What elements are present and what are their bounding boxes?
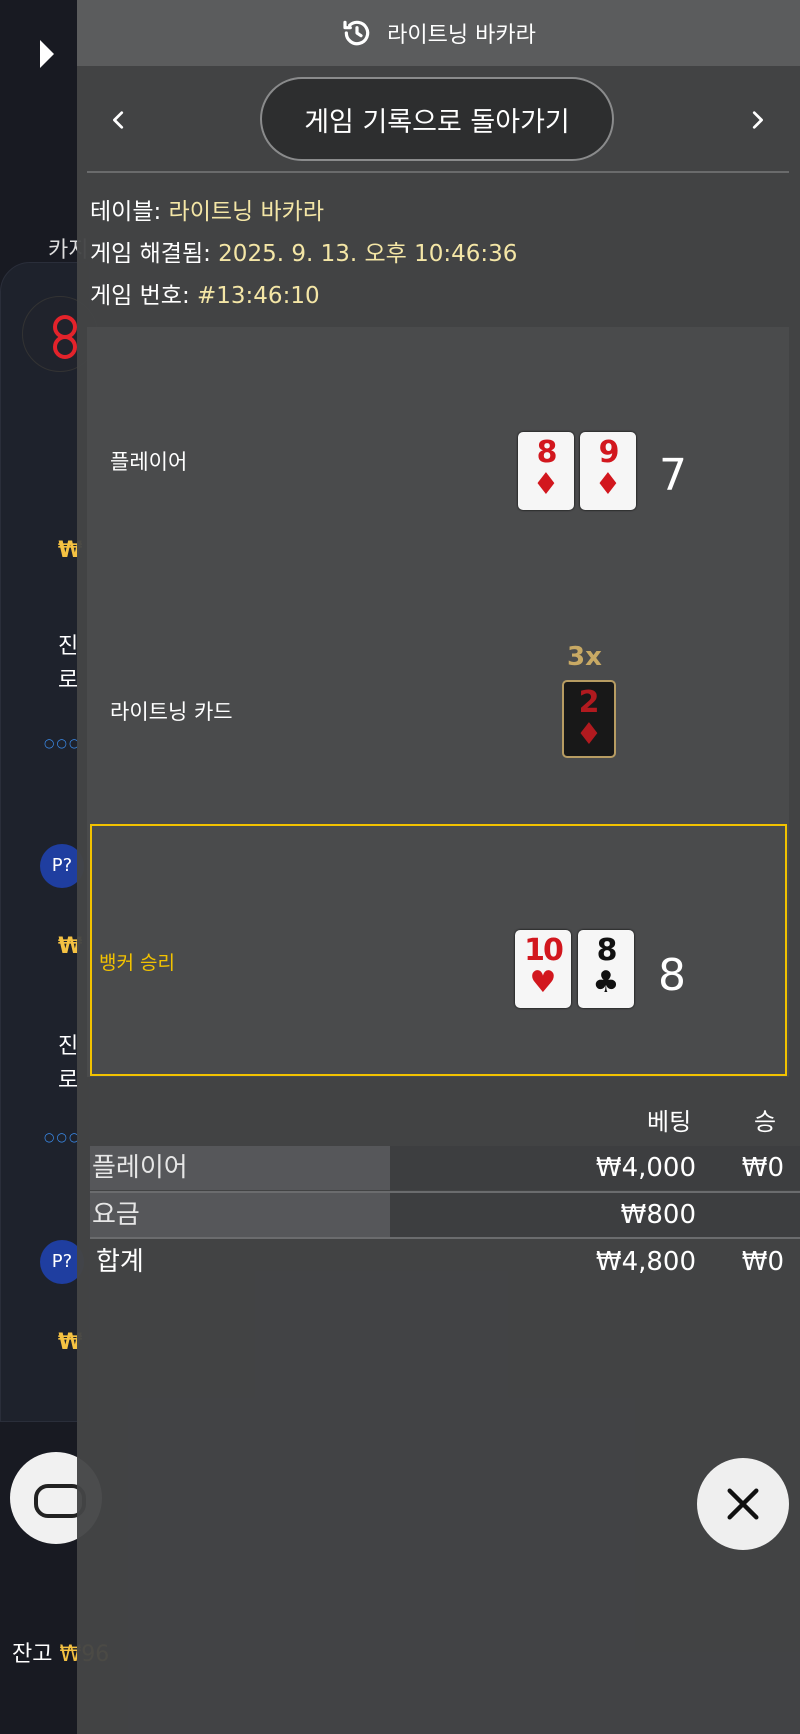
player-score: 7 [659,450,687,501]
player-card-2: 9 ♦ [580,432,636,510]
info-table: 테이블: 라이트닝 바카라 [90,199,324,225]
panel-header: 라이트닝 바카라 [77,0,800,66]
row-win: ₩0 [741,1153,784,1183]
bg-text: 진로 [58,1034,79,1093]
bg-road-dots: ○○○ [44,1130,82,1144]
game-history-panel: 라이트닝 바카라 게임 기록으로 돌아가기 테이블: 라이트닝 바카라 게임 해… [77,0,800,1734]
col-bet-header: 베팅 [647,1108,692,1136]
row-name: 요금 [90,1193,390,1237]
history-icon [343,20,370,46]
player-label: 플레이어 [110,450,188,474]
info-resolved: 게임 해결됨: 2025. 9. 13. 오후 10:46:36 [90,241,518,267]
lightning-card-label: 라이트닝 카드 [110,700,233,724]
chevron-left-icon [113,111,124,129]
chevron-right-icon [752,111,763,129]
total-label: 합계 [96,1247,144,1277]
back-to-history-button[interactable]: 게임 기록으로 돌아가기 [260,77,614,161]
lightning-multiplier: 3x [567,642,602,672]
banker-card-1: 10 ♥ [515,930,571,1008]
balance-label: 잔고 [12,1642,60,1667]
lightning-card: 2 ♦ [562,680,616,758]
row-name: 플레이어 [90,1146,390,1190]
close-button[interactable] [697,1458,789,1550]
col-win-header: 승 [754,1108,777,1136]
row-bet: ₩4,000 [595,1153,696,1183]
panel-title: 라이트닝 바카라 [387,23,536,48]
banker-score: 8 [658,950,686,1001]
bg-text: 진로 [58,634,79,693]
info-game-number: 게임 번호: #13:46:10 [90,283,320,309]
row-bet: ₩800 [620,1200,696,1230]
table-row: 플레이어 ₩4,000 ₩0 [90,1146,800,1190]
close-icon [727,1488,759,1520]
prev-game-button[interactable] [99,100,139,140]
total-row: 합계 ₩4,800 ₩0 [90,1240,800,1284]
next-game-button[interactable] [737,100,777,140]
bg-road-dots: ○○○ [44,736,82,750]
total-win: ₩0 [741,1247,784,1277]
player-card-1: 8 ♦ [518,432,574,510]
divider [87,171,789,173]
table-row: 요금 ₩800 [90,1193,800,1237]
banker-win-label: 뱅커 승리 [99,952,175,974]
banker-card-2: 8 ♣ [578,930,634,1008]
row-separator [90,1237,800,1239]
total-bet: ₩4,800 [595,1247,696,1277]
brand-logo [40,40,68,68]
